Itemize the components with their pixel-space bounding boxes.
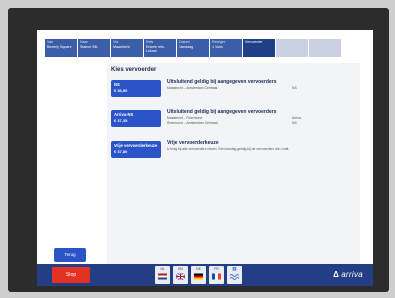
option-details: Maastricht – Amsterdam Centraal NS (167, 86, 352, 91)
step-value: Beverly Square (47, 44, 72, 49)
carrier-option-arriva-ns: Arriva-NS € 37,35 Uitsluitend geldig bij… (111, 107, 356, 133)
carrier-panel: Kies vervoerder NS € 36,90 Uitsluitend g… (107, 63, 360, 273)
language-nl-button[interactable]: NL (155, 266, 170, 284)
option-heading: Uitsluitend geldig bij aangegeven vervoe… (167, 79, 277, 85)
back-button[interactable]: Terug (54, 248, 86, 262)
step-value: Vandaag (179, 44, 194, 49)
step-label: Reiziger (212, 40, 226, 44)
step-vervoerder[interactable]: Vervoerder (243, 39, 275, 57)
step-label: Via (113, 40, 119, 44)
step-van[interactable]: Van Beverly Square (45, 39, 77, 57)
progress-steps: Van Beverly Square Naar Station Sitt. Via M… (45, 39, 341, 57)
step-label: Reis (146, 40, 154, 44)
flag-uk-icon (176, 273, 185, 280)
step-via[interactable]: Via Maastricht (111, 39, 143, 57)
select-arriva-ns-button[interactable]: Arriva-NS € 37,35 (111, 110, 161, 127)
accessibility-button[interactable]: ♿ (227, 266, 242, 284)
logo-text: arriva (341, 270, 363, 279)
option-carrier: NS (292, 86, 297, 90)
step-value: Station Sitt. (80, 44, 99, 49)
carrier-option-ns: NS € 36,90 Uitsluitend geldig bij aangeg… (111, 77, 356, 103)
arriva-logo: Δarriva (333, 270, 363, 279)
step-value: 1 Volw. (212, 44, 224, 49)
panel-title: Kies vervoerder (111, 67, 157, 73)
step-reis[interactable]: Reis Enkele reis, Lokaal (144, 39, 176, 57)
option-price: € 36,90 (114, 87, 128, 93)
step-future-2 (309, 39, 341, 57)
step-label: Naar (80, 40, 88, 44)
step-value: Enkele reis, Lokaal (146, 44, 165, 54)
kiosk-bezel: Van Beverly Square Naar Station Sitt. Via M… (8, 8, 389, 292)
step-label: Van (47, 40, 54, 44)
option-price: € 37,80 (114, 148, 128, 154)
step-naar[interactable]: Naar Station Sitt. (78, 39, 110, 57)
flag-de-icon (194, 273, 203, 280)
option-heading: Vrije vervoerderkeuze (167, 140, 219, 146)
bottom-bar: Stop NL EN DE FR ♿ Δarriva (37, 264, 373, 286)
option-details: Maastricht – Roermond Arriva Roermond – … (167, 116, 352, 125)
step-value: Maastricht (113, 44, 130, 49)
language-code: NL (160, 267, 165, 271)
carrier-option-free: Vrije vervoerderkeuze € 37,80 Vrije verv… (111, 138, 356, 164)
language-code: FR (214, 267, 219, 271)
option-carrier: NS (292, 120, 297, 125)
language-code: EN (178, 267, 183, 271)
option-heading: Uitsluitend geldig bij aangegeven vervoe… (167, 109, 277, 115)
wave-icon (230, 274, 239, 280)
step-datum[interactable]: Datum Vandaag (177, 39, 209, 57)
language-fr-button[interactable]: FR (209, 266, 224, 284)
option-route: Roermond – Amsterdam Centraal (167, 120, 218, 125)
option-route: Maastricht – Amsterdam Centraal (167, 86, 218, 90)
accessibility-icon: ♿ (232, 267, 237, 271)
select-free-carrier-button[interactable]: Vrije vervoerderkeuze € 37,80 (111, 141, 161, 158)
step-label: Datum (179, 40, 190, 44)
language-en-button[interactable]: EN (173, 266, 188, 284)
flag-nl-icon (158, 273, 167, 280)
language-de-button[interactable]: DE (191, 266, 206, 284)
option-details: U mag bij alle vervoerders reizen. Een t… (167, 147, 290, 151)
step-future-1 (276, 39, 308, 57)
step-value: Vervoerder (245, 40, 263, 44)
language-code: DE (196, 267, 201, 271)
option-price: € 37,35 (114, 117, 128, 123)
stop-button[interactable]: Stop (52, 267, 90, 283)
arriva-mark-icon: Δ (333, 270, 340, 279)
select-ns-button[interactable]: NS € 36,90 (111, 80, 161, 97)
flag-fr-icon (212, 273, 221, 280)
step-reiziger[interactable]: Reiziger 1 Volw. (210, 39, 242, 57)
kiosk-screen: Van Beverly Square Naar Station Sitt. Via M… (37, 30, 373, 286)
option-name: Vrije vervoerderkeuze (114, 143, 158, 148)
